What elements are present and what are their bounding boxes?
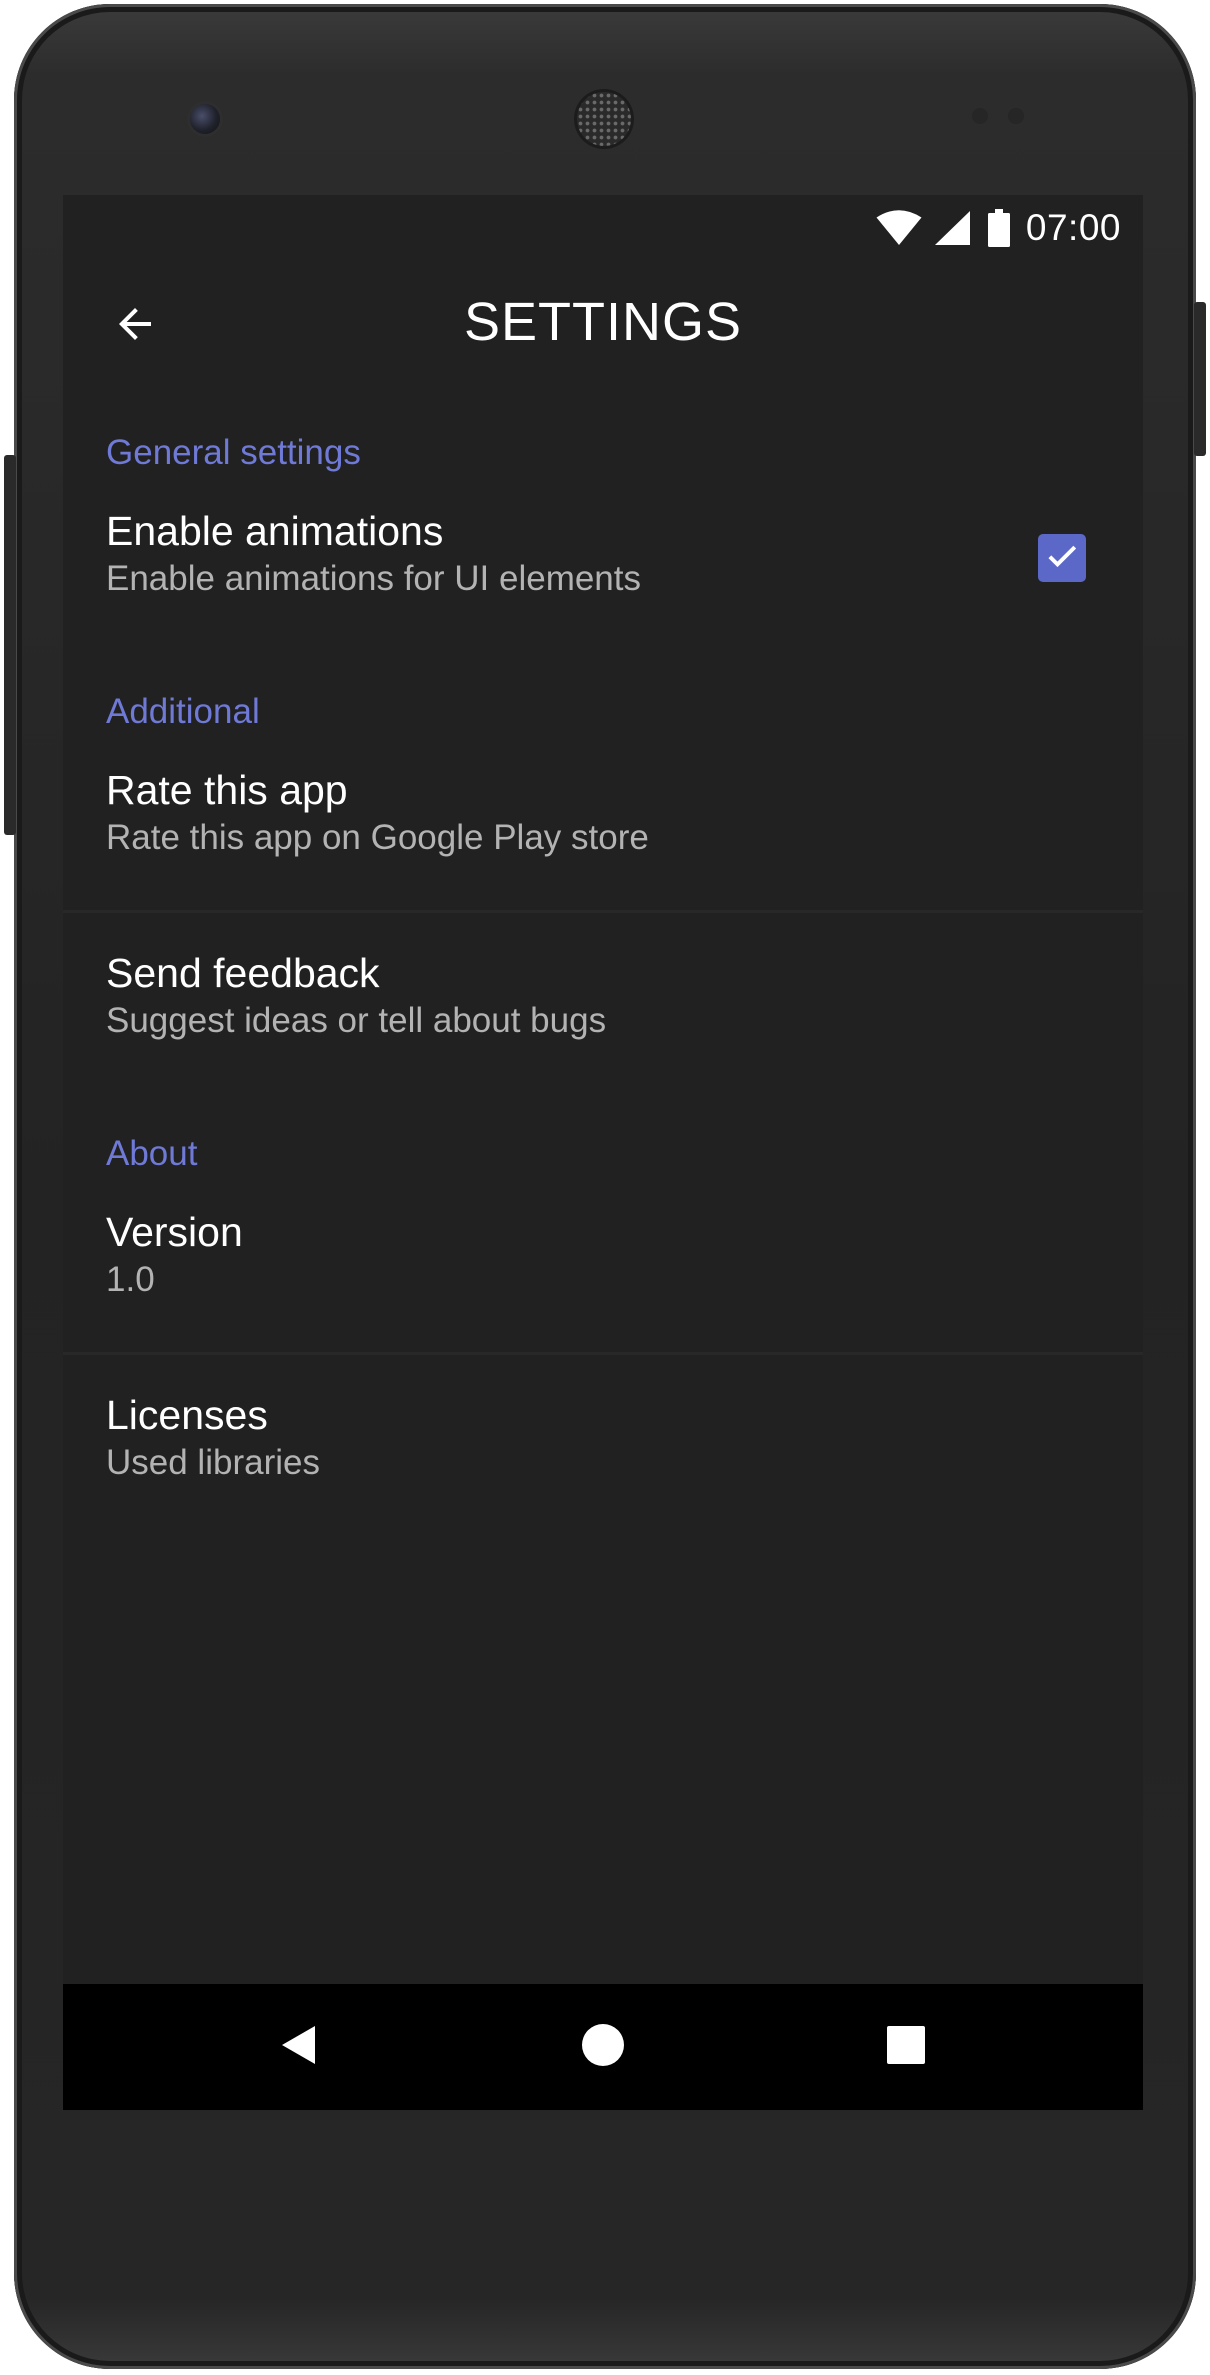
front-camera [190, 104, 220, 134]
pref-title: Enable animations [106, 508, 444, 554]
enable-animations-checkbox[interactable] [1038, 534, 1086, 582]
category-additional: Additional [106, 692, 260, 731]
pref-title: Licenses [106, 1392, 268, 1438]
settings-list: General settings Enable animations Enabl… [63, 395, 1143, 1538]
pref-licenses[interactable]: Licenses Used libraries [63, 1355, 1143, 1538]
wifi-icon [876, 210, 922, 246]
nav-recents-icon [886, 2025, 926, 2069]
screen: 07:00 SETTINGS General settings Enable a… [63, 195, 1143, 2110]
pref-summary: Rate this app on Google Play store [106, 818, 649, 857]
nav-home-icon [581, 2023, 625, 2071]
page-title: SETTINGS [463, 292, 743, 352]
check-icon [1044, 538, 1080, 578]
pref-enable-animations[interactable]: Enable animations Enable animations for … [63, 471, 1143, 654]
pref-send-feedback[interactable]: Send feedback Suggest ideas or tell abou… [63, 913, 1143, 1096]
status-icons: 07:00 [876, 205, 1121, 251]
category-general-settings: General settings [106, 433, 361, 472]
pref-summary: Suggest ideas or tell about bugs [106, 1001, 607, 1040]
pref-title: Send feedback [106, 950, 380, 996]
earpiece-speaker [577, 92, 631, 146]
pref-summary: 1.0 [106, 1260, 155, 1299]
pref-summary: Enable animations for UI elements [106, 559, 641, 598]
status-bar: 07:00 [63, 195, 1143, 261]
light-sensor [1008, 108, 1024, 124]
app-bar: SETTINGS [63, 261, 1143, 395]
category-about: About [106, 1134, 198, 1173]
nav-back-button[interactable] [269, 2017, 329, 2077]
status-time: 07:00 [1025, 207, 1121, 248]
nav-back-icon [277, 2023, 321, 2071]
cell-signal-icon [934, 210, 970, 246]
proximity-sensor [972, 108, 988, 124]
battery-icon [987, 209, 1010, 247]
pref-title: Rate this app [106, 767, 348, 813]
pref-version[interactable]: Version 1.0 [63, 1172, 1143, 1355]
pref-summary: Used libraries [106, 1443, 320, 1482]
power-button [1194, 302, 1206, 456]
system-nav-bar [63, 1984, 1143, 2110]
volume-button [4, 455, 16, 835]
nav-recents-button[interactable] [876, 2017, 936, 2077]
nav-home-button[interactable] [573, 2017, 633, 2077]
pref-rate-this-app[interactable]: Rate this app Rate this app on Google Pl… [63, 730, 1143, 913]
pref-title: Version [106, 1209, 243, 1255]
